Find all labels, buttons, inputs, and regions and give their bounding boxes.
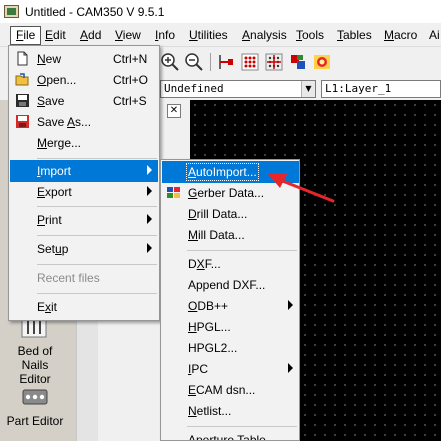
file-menu-dropdown: New Ctrl+N Open... Ctrl+O Save Ctrl+S Sa… [8, 45, 160, 321]
open-folder-icon [15, 72, 30, 87]
submenu-arrow-icon [147, 243, 152, 253]
menu-item-ipc[interactable]: IPC [162, 358, 299, 380]
menu-tables[interactable]: Tables [337, 28, 372, 42]
menu-utilities[interactable]: Utilities [189, 28, 228, 42]
menu-item-odb[interactable]: ODB++ [162, 295, 299, 317]
menu-analysis[interactable]: Analysis [242, 28, 287, 42]
menu-item-new[interactable]: New Ctrl+N [10, 48, 158, 70]
menu-separator [37, 264, 157, 265]
menu-item-save[interactable]: Save Ctrl+S [10, 90, 158, 112]
shortcut-text: Ctrl+O [113, 73, 149, 87]
menu-separator [187, 250, 297, 251]
menu-file[interactable]: File [10, 26, 42, 45]
menu-item-export[interactable]: Export [10, 181, 158, 203]
menu-item-save-as[interactable]: Save As... [10, 111, 158, 133]
dcode-select-value: Undefined [164, 82, 224, 95]
highlight-icon[interactable] [312, 52, 332, 72]
main-toolbar [160, 47, 441, 77]
menu-item-hpgl2[interactable]: HPGL2... [162, 337, 299, 359]
chevron-down-icon[interactable]: ▼ [301, 81, 315, 97]
menu-item-mill-data[interactable]: Mill Data... [162, 224, 299, 246]
grid-icon[interactable] [240, 52, 260, 72]
menu-item-merge[interactable]: Merge... [10, 132, 158, 154]
menu-view[interactable]: View [115, 28, 141, 42]
menu-item-netlist[interactable]: Netlist... [162, 400, 299, 422]
gerber-data-icon [166, 185, 181, 200]
menu-macro[interactable]: Macro [384, 28, 417, 42]
menu-info[interactable]: Info [155, 28, 175, 42]
menu-separator [187, 426, 297, 427]
snap-marker-icon[interactable] [216, 52, 236, 72]
menu-separator [37, 206, 157, 207]
menu-separator [37, 235, 157, 236]
part-editor-icon[interactable] [20, 384, 50, 410]
app-logo-icon [4, 5, 19, 18]
menu-item-ecam-dsn[interactable]: ECAM dsn... [162, 379, 299, 401]
zoom-out-icon[interactable] [184, 52, 204, 72]
layer-select-value: L1:Layer_1 [325, 82, 392, 95]
layer-select[interactable]: L1:Layer_1 [321, 80, 441, 98]
menu-item-open[interactable]: Open... Ctrl+O [10, 69, 158, 91]
menu-item-autoimport[interactable]: AutoImport... [162, 161, 299, 183]
zoom-in-icon[interactable] [160, 52, 180, 72]
submenu-arrow-icon [288, 300, 293, 310]
menu-tools[interactable]: Tools [296, 28, 324, 42]
submenu-arrow-icon [147, 214, 152, 224]
menu-item-recent-files: Recent files [37, 271, 100, 285]
menu-item-append-dxf[interactable]: Append DXF... [162, 274, 299, 296]
toolbar-separator [210, 53, 211, 71]
submenu-arrow-icon [288, 363, 293, 373]
window-title: Untitled - CAM350 V 9.5.1 [25, 5, 165, 19]
menu-item-print[interactable]: Print [10, 209, 158, 231]
import-submenu: AutoImport... Gerber Data... Drill Data.… [160, 159, 300, 441]
menu-item-aperture-table[interactable]: Aperture Table [162, 429, 299, 440]
layers-icon[interactable] [288, 52, 308, 72]
menu-item-dxf[interactable]: DXF... [162, 253, 299, 275]
menu-item-drill-data[interactable]: Drill Data... [162, 203, 299, 225]
dcode-select[interactable]: Undefined ▼ [160, 80, 316, 98]
menu-item-exit[interactable]: Exit [10, 296, 158, 318]
shortcut-text: Ctrl+N [113, 52, 148, 66]
title-bar: Untitled - CAM350 V 9.5.1 [0, 0, 441, 23]
menu-separator [37, 158, 157, 159]
menu-item-import[interactable]: Import [10, 160, 158, 182]
menu-edit[interactable]: Edit [45, 28, 66, 42]
save-disk-icon [15, 93, 30, 108]
menu-add[interactable]: Add [80, 28, 101, 42]
menu-item-hpgl[interactable]: HPGL... [162, 316, 299, 338]
menu-overflow[interactable]: Ai [429, 28, 440, 42]
menu-bar: File Edit Add View Info Utilities Analys… [0, 23, 441, 47]
submenu-arrow-icon [147, 165, 152, 175]
selector-bar: Undefined ▼ L1:Layer_1 [160, 78, 441, 100]
panel-close-icon[interactable]: ✕ [167, 104, 181, 118]
menu-separator [37, 293, 157, 294]
bed-of-nails-editor-label[interactable]: Bed of Nails Editor [6, 344, 64, 386]
shortcut-text: Ctrl+S [113, 94, 147, 108]
menu-item-setup[interactable]: Setup [10, 238, 158, 260]
submenu-arrow-icon [147, 186, 152, 196]
snap-grid-icon[interactable] [264, 52, 284, 72]
save-as-icon [15, 114, 30, 129]
new-file-icon [15, 51, 30, 66]
menu-item-gerber-data[interactable]: Gerber Data... [162, 182, 299, 204]
part-editor-label[interactable]: Part Editor [6, 414, 64, 428]
